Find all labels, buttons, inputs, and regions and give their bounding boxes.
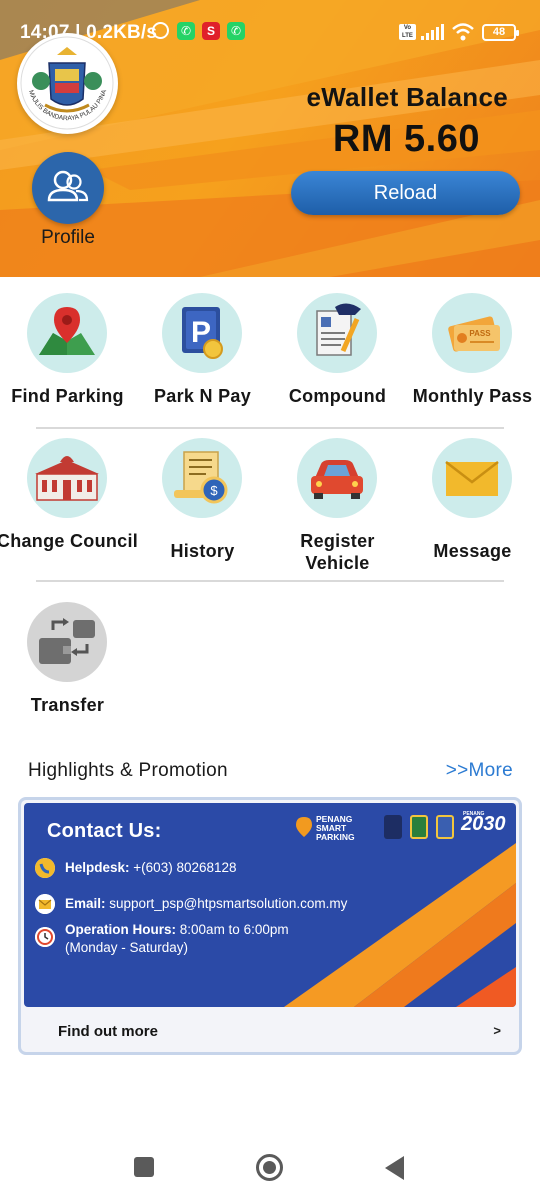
hours-row: Operation Hours: 8:00am to 6:00pm (Monda… — [65, 922, 289, 955]
council-logo: MAJLIS BANDARAYA PULAU PINANG — [17, 33, 118, 134]
menu-label: Transfer — [30, 695, 105, 715]
parking-sign-icon: P — [162, 293, 242, 373]
compound-ticket-icon — [297, 293, 377, 373]
battery-icon: 48 — [482, 24, 519, 41]
whatsapp-icon: ✆ — [177, 22, 195, 40]
menu-label: Monthly Pass — [412, 386, 533, 406]
contact-heading: Contact Us: — [47, 820, 162, 842]
volte-icon: Vo LTE — [399, 24, 416, 40]
header-banner: 14:07 | 0.2KB/s ✆ S ✆ Vo LTE 48 MAJLIS B… — [0, 0, 540, 277]
highlights-more-link[interactable]: >>More — [446, 760, 513, 782]
car-icon — [297, 438, 377, 518]
wallet-balance: RM 5.60 — [332, 118, 480, 160]
email-row: Email: support_psp@htpsmartsolution.com.… — [65, 896, 348, 911]
logo-ring-text: MAJLIS BANDARAYA PULAU PINANG — [17, 33, 108, 122]
profile-label[interactable]: Profile — [0, 227, 136, 249]
alarm-icon — [152, 22, 169, 39]
crest-badge-icon — [436, 815, 454, 839]
svg-text:MAJLIS BANDARAYA PULAU PINANG: MAJLIS BANDARAYA PULAU PINANG — [17, 33, 108, 122]
helpdesk-row: Helpdesk: +(603) 80268128 — [65, 860, 237, 875]
back-button[interactable] — [385, 1156, 404, 1180]
wallet-title: eWallet Balance — [306, 82, 508, 112]
menu-label: Compound — [288, 386, 387, 406]
menu-label: Find Parking — [11, 386, 124, 406]
wallet-transfer-icon — [27, 602, 107, 682]
home-button[interactable] — [256, 1154, 283, 1181]
chevron-right-icon[interactable]: > — [493, 1023, 501, 1038]
crest-badge-icon — [384, 815, 402, 839]
signal-icon — [421, 24, 444, 40]
menu-divider — [36, 427, 504, 429]
envelope-icon — [432, 438, 512, 518]
find-out-more-link[interactable]: Find out more — [58, 1023, 158, 1040]
menu-label: Register Vehicle — [300, 531, 375, 573]
menu-divider — [36, 580, 504, 582]
email-icon — [35, 894, 55, 914]
council-building-icon — [27, 438, 107, 518]
promo-banner[interactable]: Contact Us: PENANG SMART PARKING PENANG 2… — [24, 803, 516, 1007]
history-receipt-icon: $ — [162, 438, 242, 518]
clock-icon — [35, 927, 55, 947]
crest-badge-icon — [410, 815, 428, 839]
recent-apps-button[interactable] — [134, 1157, 154, 1177]
reload-button[interactable]: Reload — [291, 171, 520, 215]
svg-text:PASS: PASS — [469, 329, 491, 338]
svg-text:$: $ — [210, 483, 218, 498]
pin-logo-icon — [296, 817, 312, 837]
s-app-icon: S — [202, 22, 220, 40]
promo-card[interactable]: Contact Us: PENANG SMART PARKING PENANG 2… — [18, 797, 522, 1055]
penang-2030-logo: PENANG 2030 — [461, 811, 506, 835]
penang-smart-parking-logo: PENANG SMART PARKING — [296, 815, 355, 842]
profile-users-icon — [47, 170, 89, 202]
menu-label: History — [170, 541, 235, 561]
menu-label: Message — [433, 541, 512, 561]
phone-icon — [35, 858, 55, 878]
profile-button[interactable] — [32, 152, 104, 224]
menu-label: Park N Pay — [153, 386, 252, 406]
pass-ticket-icon: PASS — [432, 293, 512, 373]
whatsapp-icon: ✆ — [227, 22, 245, 40]
wifi-icon — [452, 23, 474, 41]
map-pin-icon — [27, 293, 107, 373]
highlights-title: Highlights & Promotion — [28, 760, 228, 781]
menu-label: Change Council — [0, 531, 139, 551]
app-screen: 14:07 | 0.2KB/s ✆ S ✆ Vo LTE 48 MAJLIS B… — [0, 0, 540, 1200]
